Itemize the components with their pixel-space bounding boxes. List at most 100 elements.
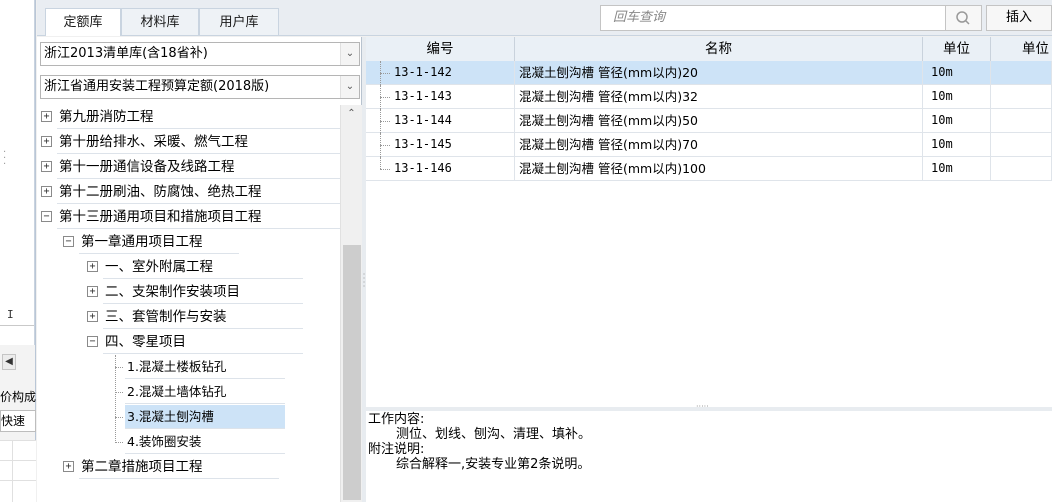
tree-node-label: 第九册消防工程 [59, 109, 154, 125]
stub-grid [0, 440, 36, 502]
cell-code: 13-1-146 [390, 157, 515, 180]
cell-unit: 10m [923, 61, 991, 84]
tree-node[interactable]: 一、室外附属工程 [103, 255, 303, 279]
chevron-down-icon[interactable]: ⌄ [340, 76, 359, 98]
cell-name: 混凝土刨沟槽 管径(mm以内)50 [515, 109, 923, 132]
tree-connector [115, 442, 123, 443]
column-header-unit[interactable]: 单位 [923, 37, 991, 61]
tree-node-label: 四、零星项目 [105, 334, 186, 350]
cell-unit: 10m [923, 109, 991, 132]
column-header-code[interactable]: 编号 [366, 37, 515, 61]
tree-node[interactable]: 第十册给排水、采暖、燃气工程 [57, 130, 340, 154]
row-connector [380, 169, 390, 170]
cell-name: 混凝土刨沟槽 管径(mm以内)70 [515, 133, 923, 156]
cell-code: 13-1-142 [390, 61, 515, 84]
tree-node-label: 第十册给排水、采暖、燃气工程 [59, 134, 248, 150]
tree-node[interactable]: 第二章措施项目工程 [79, 455, 279, 479]
table-row[interactable]: 13-1-143 混凝土刨沟槽 管径(mm以内)32 10m [366, 85, 1052, 109]
tree-node-label: 第一章通用项目工程 [81, 234, 203, 250]
cell-unit-price [991, 85, 1052, 108]
tree-node[interactable]: 二、支架制作安装项目 [103, 280, 303, 304]
library-tab-bar: 定额库 材料库 用户库 回车查询 插入 [37, 0, 1052, 36]
work-content-text: 测位、划线、刨沟、清理、填补。 [396, 427, 592, 442]
collapse-icon[interactable]: − [41, 211, 52, 222]
collapse-icon[interactable]: − [87, 336, 98, 347]
cell-name: 混凝土刨沟槽 管径(mm以内)20 [515, 61, 923, 84]
search-input[interactable]: 回车查询 [600, 5, 982, 31]
chapter-tree: + 第九册消防工程 + 第十册给排水、采暖、燃气工程 + 第十一册通信设备及线路工程 + 第十… [37, 105, 340, 502]
tree-connector [115, 392, 123, 393]
tree-node-label: 三、套管制作与安装 [105, 309, 227, 325]
expand-icon[interactable]: + [41, 111, 52, 122]
tree-connector [115, 417, 123, 418]
tree-node[interactable]: 第一章通用项目工程 [79, 230, 239, 254]
table-row[interactable]: 13-1-144 混凝土刨沟槽 管径(mm以内)50 10m [366, 109, 1052, 133]
tab-quota-library[interactable]: 定额库 [45, 8, 121, 36]
tree-node[interactable]: 三、套管制作与安装 [103, 305, 303, 329]
library-select-value: 浙江2013清单库(含18省补) [44, 46, 208, 61]
tree-node[interactable]: 2.混凝土墙体钻孔 [125, 380, 285, 404]
cell-unit: 10m [923, 157, 991, 180]
stub-label: 价构成 [0, 390, 36, 404]
scroll-thumb[interactable] [343, 245, 361, 500]
grip-dots-icon: ····· [696, 402, 709, 411]
scroll-up-icon[interactable]: ⌃ [341, 105, 362, 123]
tree-node[interactable]: 第九册消防工程 [57, 105, 340, 129]
tree-node[interactable]: 第十三册通用项目和措施项目工程 [57, 205, 340, 229]
scroll-left-button[interactable]: ◀ [2, 354, 16, 370]
stub-quick-input[interactable]: 快速 [0, 410, 36, 432]
row-connector [380, 157, 381, 169]
grip-dots-icon: · · · [3, 147, 7, 170]
search-icon [956, 11, 970, 25]
cell-unit: 10m [923, 133, 991, 156]
tree-node-label: 第十二册刷油、防腐蚀、绝热工程 [59, 184, 262, 200]
tree-node[interactable]: 四、零星项目 [103, 330, 303, 354]
quota-select[interactable]: 浙江省通用安装工程预算定额(2018版) ⌄ [40, 75, 360, 99]
cell-code: 13-1-145 [390, 133, 515, 156]
library-select[interactable]: 浙江2013清单库(含18省补) ⌄ [40, 42, 360, 66]
tree-node[interactable]: 第十一册通信设备及线路工程 [57, 155, 340, 179]
expand-icon[interactable]: + [63, 461, 74, 472]
expand-icon[interactable]: + [41, 161, 52, 172]
expand-icon[interactable]: + [87, 286, 98, 297]
table-row[interactable]: 13-1-146 混凝土刨沟槽 管径(mm以内)100 10m [366, 157, 1052, 181]
tree-node-label: 第十一册通信设备及线路工程 [59, 159, 235, 175]
tree-node-label: 1.混凝土楼板钻孔 [127, 359, 227, 374]
expand-icon[interactable]: + [87, 261, 98, 272]
divider [0, 325, 34, 326]
tree-scrollbar[interactable]: ⌃ [340, 105, 363, 502]
expand-icon[interactable]: + [41, 186, 52, 197]
tab-user-library[interactable]: 用户库 [199, 8, 279, 35]
tab-material-library[interactable]: 材料库 [121, 8, 199, 35]
tree-node[interactable]: 4.装饰圈安装 [125, 430, 285, 454]
note-title: 附注说明: [368, 442, 425, 457]
tree-node-label: 3.混凝土刨沟槽 [127, 409, 214, 424]
insert-button[interactable]: 插入 [986, 5, 1052, 31]
collapse-icon[interactable]: − [63, 236, 74, 247]
tree-node[interactable]: 3.混凝土刨沟槽 [125, 405, 285, 429]
tree-node-label: 一、室外附属工程 [105, 259, 213, 275]
background-window-strip: · · · I ◀ 价构成 快速 [0, 0, 36, 502]
expand-icon[interactable]: + [41, 136, 52, 147]
table-row[interactable]: 13-1-145 混凝土刨沟槽 管径(mm以内)70 10m [366, 133, 1052, 157]
expand-icon[interactable]: + [87, 311, 98, 322]
cell-name: 混凝土刨沟槽 管径(mm以内)32 [515, 85, 923, 108]
chevron-down-icon[interactable]: ⌄ [340, 43, 359, 65]
cell-unit-price [991, 133, 1052, 156]
note-text: 综合解释一,安装专业第2条说明。 [396, 457, 591, 472]
library-navigator: 浙江2013清单库(含18省补) ⌄ 浙江省通用安装工程预算定额(2018版) … [37, 37, 363, 502]
cell-code: 13-1-144 [390, 109, 515, 132]
row-connector [380, 97, 390, 98]
cell-unit-price [991, 61, 1052, 84]
search-button[interactable] [945, 5, 982, 31]
tree-node-label: 二、支架制作安装项目 [105, 284, 240, 300]
table-row[interactable]: 13-1-142 混凝土刨沟槽 管径(mm以内)20 10m [366, 61, 1052, 85]
tree-node[interactable]: 第十二册刷油、防腐蚀、绝热工程 [57, 180, 340, 204]
cell-code: 13-1-143 [390, 85, 515, 108]
tree-node[interactable]: 1.混凝土楼板钻孔 [125, 355, 285, 379]
column-header-name[interactable]: 名称 [515, 37, 923, 61]
column-header-unit-price[interactable]: 单位 [991, 37, 1052, 61]
cell-unit-price [991, 109, 1052, 132]
cell-unit: 10m [923, 85, 991, 108]
quota-select-value: 浙江省通用安装工程预算定额(2018版) [44, 79, 270, 94]
